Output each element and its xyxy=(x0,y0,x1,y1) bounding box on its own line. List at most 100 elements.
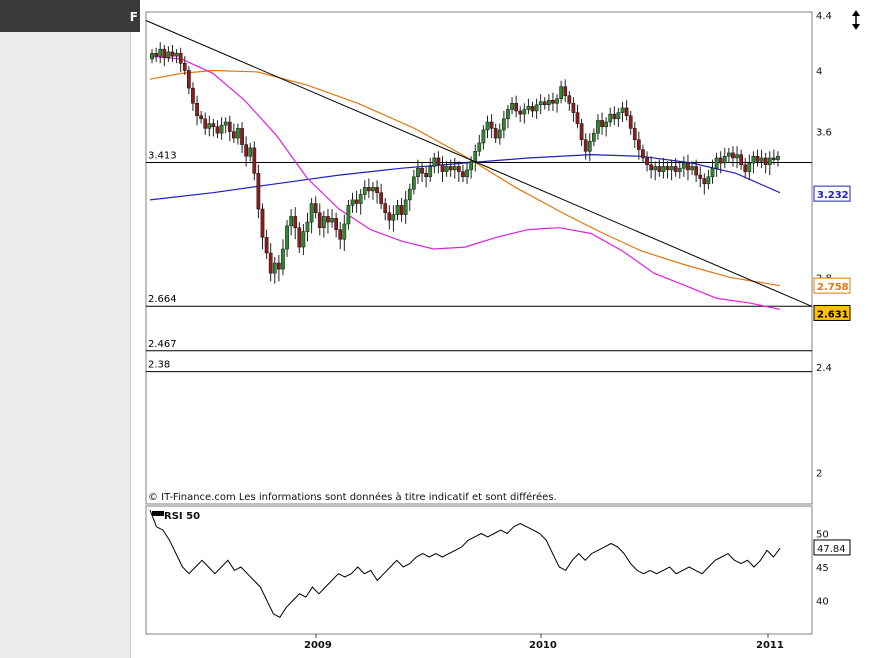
candle-body xyxy=(227,121,232,132)
candle-body xyxy=(739,154,743,165)
scale-resize-icon[interactable] xyxy=(852,10,860,30)
candle-body xyxy=(657,166,662,172)
candle-body xyxy=(502,118,506,131)
candle-body xyxy=(432,157,437,167)
candle-body xyxy=(391,214,396,221)
candle-body xyxy=(342,223,347,240)
rsi-tick-label: 45 xyxy=(816,563,829,574)
candle-body xyxy=(542,101,547,106)
candle-body xyxy=(534,104,539,112)
candle-body xyxy=(313,203,318,213)
level-label: 2.467 xyxy=(148,339,177,350)
candle-body xyxy=(575,112,580,124)
candle-body xyxy=(547,99,551,106)
candle-body xyxy=(776,156,780,160)
candle-body xyxy=(272,262,277,274)
candle-body xyxy=(448,166,453,171)
candle-body xyxy=(428,166,433,178)
candle-body xyxy=(444,166,449,172)
candle-body xyxy=(710,167,715,178)
candle-body xyxy=(326,216,330,223)
candle-body xyxy=(751,156,756,164)
candle-body xyxy=(346,205,351,225)
candle-body xyxy=(195,103,199,116)
candle-body xyxy=(362,187,367,195)
candle-body xyxy=(371,187,375,192)
candle-body xyxy=(653,166,658,171)
candle-body xyxy=(399,205,404,215)
candle-body xyxy=(420,167,424,174)
candle-body xyxy=(538,101,543,106)
level-label: 2.38 xyxy=(148,360,170,371)
candle-body xyxy=(567,95,572,104)
rsi-tick-label: 50 xyxy=(816,530,829,541)
candle-body xyxy=(530,106,535,112)
candle-body xyxy=(526,106,531,110)
candle-body xyxy=(747,162,752,172)
candle-body xyxy=(395,205,400,215)
candle-body xyxy=(669,166,674,171)
candle-body xyxy=(191,87,195,104)
candle-body xyxy=(158,48,163,57)
candle-body xyxy=(600,120,604,128)
candle-body xyxy=(514,103,518,112)
candle-body xyxy=(473,150,478,162)
y-tick-label: 3.6 xyxy=(816,128,832,139)
level-label: 3.413 xyxy=(148,151,177,162)
candle-body xyxy=(759,157,764,162)
candle-body xyxy=(440,164,445,172)
candle-body xyxy=(477,142,482,152)
candle-body xyxy=(493,128,498,139)
candle-body xyxy=(436,157,441,165)
x-tick-label: 2010 xyxy=(529,640,557,651)
candle-body xyxy=(219,124,224,134)
candle-body xyxy=(772,157,776,160)
candle-body xyxy=(211,123,216,128)
candle-body xyxy=(727,152,731,157)
candle-body xyxy=(461,171,465,178)
price-axis: 4.443.62.82.42 xyxy=(816,11,832,479)
candle-body xyxy=(612,113,617,120)
candle-body xyxy=(350,199,355,206)
candle-body xyxy=(649,164,653,171)
candle-body xyxy=(375,187,379,193)
x-tick-label: 2011 xyxy=(756,640,784,651)
x-tick-label: 2009 xyxy=(304,640,332,651)
candle-body xyxy=(379,192,383,204)
candle-body xyxy=(682,162,686,169)
candle-body xyxy=(256,173,261,210)
candle-body xyxy=(506,109,510,120)
candle-body xyxy=(457,166,461,172)
price-chart: 3.4132.6642.4672.38 4.443.62.82.42 3.232… xyxy=(145,10,860,651)
candle-body xyxy=(706,176,711,185)
level-label: 2.664 xyxy=(148,294,177,305)
candle-body xyxy=(367,187,371,192)
candle-body xyxy=(489,121,494,129)
candle-body xyxy=(632,128,637,140)
candle-body xyxy=(416,167,420,178)
candle-body xyxy=(199,115,203,120)
candle-body xyxy=(583,139,588,152)
candle-body xyxy=(616,112,621,120)
candle-body xyxy=(587,141,592,152)
candle-body xyxy=(702,178,707,185)
candle-body xyxy=(677,167,682,172)
candle-body xyxy=(412,176,416,190)
candle-body xyxy=(579,123,584,140)
candle-body xyxy=(763,157,768,165)
candle-body xyxy=(154,53,158,57)
candle-body xyxy=(497,129,502,139)
candle-body xyxy=(743,164,748,172)
candle-body xyxy=(330,218,334,223)
candle-body xyxy=(215,126,220,134)
y-tick-label: 4.4 xyxy=(816,11,832,22)
candle-body xyxy=(240,128,244,145)
candle-body xyxy=(334,218,338,230)
candle-body xyxy=(608,113,613,123)
candle-body xyxy=(297,227,302,248)
candle-body xyxy=(694,166,698,176)
rsi-legend-swatch xyxy=(152,511,164,516)
candle-body xyxy=(690,166,694,171)
rsi-badge-label: 47.84 xyxy=(817,544,846,555)
candle-body xyxy=(698,174,703,179)
